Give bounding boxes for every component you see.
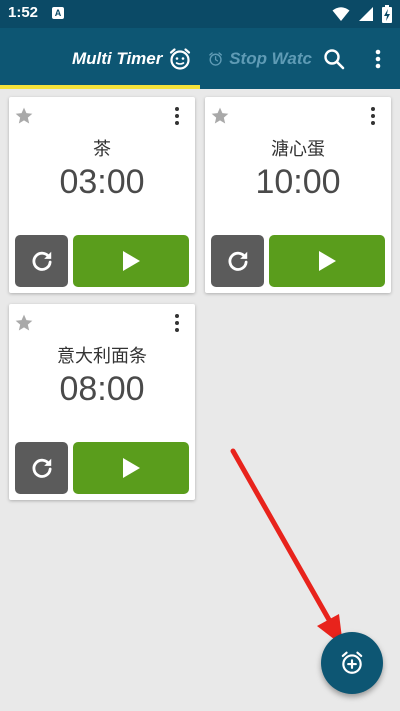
play-icon xyxy=(319,251,336,271)
search-icon xyxy=(324,48,345,69)
play-button[interactable] xyxy=(269,235,385,287)
play-button[interactable] xyxy=(73,235,189,287)
add-timer-fab[interactable] xyxy=(321,632,383,694)
play-icon xyxy=(123,458,140,478)
star-icon[interactable] xyxy=(14,313,34,333)
timer-name: 溏心蛋 xyxy=(271,139,325,160)
play-button[interactable] xyxy=(73,442,189,494)
refresh-icon xyxy=(32,251,52,271)
signal-icon xyxy=(359,7,373,21)
card-more-icon[interactable] xyxy=(365,105,381,127)
card-more-icon[interactable] xyxy=(169,312,185,334)
timer-time: 10:00 xyxy=(255,163,341,201)
refresh-icon xyxy=(228,251,248,271)
alarm-clock-face-icon xyxy=(170,47,191,70)
notification-app-icon: A xyxy=(52,7,64,19)
alarm-clock-icon xyxy=(209,51,222,66)
tab-multi-timer-label: Multi Timer xyxy=(72,48,163,68)
reset-button[interactable] xyxy=(15,442,68,494)
reset-button[interactable] xyxy=(15,235,68,287)
tab-multi-timer[interactable]: Multi Timer xyxy=(72,28,200,89)
overflow-menu-button[interactable] xyxy=(360,28,396,89)
status-time: 1:52 xyxy=(8,4,39,21)
star-icon[interactable] xyxy=(210,106,230,126)
star-icon[interactable] xyxy=(14,106,34,126)
play-icon xyxy=(123,251,140,271)
timer-name: 茶 xyxy=(93,139,111,160)
add-alarm-icon xyxy=(341,651,363,674)
battery-charging-icon xyxy=(382,5,392,23)
timer-card[interactable]: 意大利面条 08:00 xyxy=(9,304,195,500)
search-button[interactable] xyxy=(316,28,352,89)
app-bar: Multi Timer Stop Watc xyxy=(0,28,400,89)
more-vert-icon xyxy=(375,49,381,68)
status-bar: 1:52 A xyxy=(0,0,400,28)
timer-time: 03:00 xyxy=(59,163,145,201)
refresh-icon xyxy=(32,458,52,478)
reset-button[interactable] xyxy=(211,235,264,287)
timer-name: 意大利面条 xyxy=(57,346,147,367)
timer-card[interactable]: 溏心蛋 10:00 xyxy=(205,97,391,293)
timer-card[interactable]: 茶 03:00 xyxy=(9,97,195,293)
selected-tab-indicator xyxy=(0,85,200,89)
tab-stop-watch-label: Stop Watc xyxy=(229,48,312,68)
tab-stop-watch[interactable]: Stop Watc xyxy=(208,28,312,89)
card-more-icon[interactable] xyxy=(169,105,185,127)
status-icons xyxy=(332,4,392,24)
wifi-icon xyxy=(332,7,350,21)
timer-time: 08:00 xyxy=(59,370,145,408)
